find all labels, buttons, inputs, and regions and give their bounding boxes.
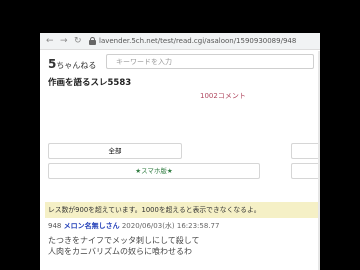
thread-title: 作画を語るスレ5583 bbox=[48, 78, 132, 88]
smartphone-version-button[interactable]: ★スマホ版★ bbox=[48, 163, 260, 179]
all-posts-button[interactable]: 全部 bbox=[48, 143, 182, 159]
post-line: たつきをナイフでメッタ刺しにして殺して bbox=[48, 236, 200, 245]
arrow-left-icon[interactable]: ← bbox=[46, 36, 54, 46]
comment-count: 1002コメント bbox=[200, 92, 246, 100]
search-input[interactable]: キーワードを入力 bbox=[106, 54, 314, 69]
post-line: 人肉をカニバリズムの奴らに喰わせるわ bbox=[48, 247, 192, 256]
post-body: たつきをナイフでメッタ刺しにして殺して 人肉をカニバリズムの奴らに喰わせるわ bbox=[48, 235, 200, 257]
site-logo[interactable]: 5ちゃんねる bbox=[48, 53, 97, 71]
lock-icon bbox=[89, 37, 96, 45]
post-author: メロン名無しさん bbox=[63, 222, 120, 230]
arrow-right-icon[interactable]: → bbox=[60, 36, 68, 46]
browser-window: ← → ↻ lavender.5ch.net/test/read.cgi/asa… bbox=[40, 33, 320, 270]
thread-limit-notice: レス数が900を超えています。1000を超えると表示できなくなるよ。 bbox=[45, 202, 320, 218]
post-number[interactable]: 948 bbox=[48, 222, 61, 230]
side-button[interactable] bbox=[291, 163, 320, 179]
reload-icon[interactable]: ↻ bbox=[74, 36, 82, 46]
logo-text: ちゃんねる bbox=[56, 61, 97, 70]
latest-posts-button[interactable] bbox=[291, 143, 320, 159]
address-bar: ← → ↻ lavender.5ch.net/test/read.cgi/asa… bbox=[40, 33, 320, 50]
post-header: 948 メロン名無しさん 2020/06/03(水) 16:23:58.77 bbox=[48, 221, 219, 231]
scrollbar[interactable] bbox=[318, 51, 320, 270]
post-date: 2020/06/03(水) 16:23:58.77 bbox=[121, 222, 220, 230]
url-text[interactable]: lavender.5ch.net/test/read.cgi/asaloon/1… bbox=[99, 36, 296, 46]
